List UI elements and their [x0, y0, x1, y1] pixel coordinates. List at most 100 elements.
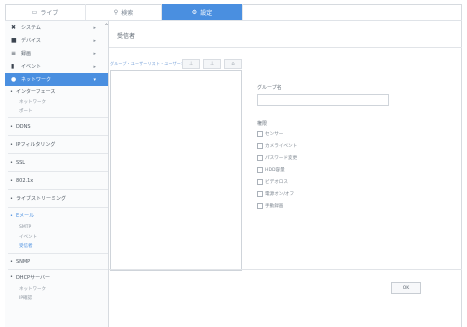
sidebar-item-label: デバイス — [21, 38, 41, 44]
tab-live[interactable]: ▭ ライブ — [5, 4, 86, 20]
sidebar-item-network[interactable]: ● ネットワーク ▾ — [5, 73, 108, 86]
checkbox-label: パスワード変更 — [265, 156, 298, 161]
delete-icon: ⌂ — [231, 61, 235, 67]
tab-settings[interactable]: ⚙ 設定 — [162, 4, 243, 20]
group-label: SNMP — [15, 258, 31, 265]
sidebar-item-record[interactable]: ≡ 録画 ▸ — [5, 47, 108, 60]
title-divider — [109, 47, 462, 48]
checkbox-label: センサー — [265, 132, 284, 137]
group-label: インターフェース — [15, 89, 56, 95]
bullet-icon: • — [10, 177, 13, 184]
checkbox-label: 手動録画 — [265, 204, 284, 209]
top-tabbar: ▭ ライブ ⚲ 検索 ⚙ 設定 — [5, 4, 462, 21]
search-icon: ⚲ — [113, 8, 119, 16]
group-email[interactable]: • Eメール — [5, 208, 108, 223]
group-ip-filtering[interactable]: • IPフィルタリング — [5, 136, 108, 153]
checkbox-hdd-capacity[interactable]: HDD容量 — [257, 167, 285, 173]
bell-icon: ▮ — [11, 63, 15, 70]
tab-live-label: ライブ — [40, 9, 59, 17]
checkbox-video-loss[interactable]: ビデオロス — [257, 179, 288, 185]
sidebar-item-label: ネットワーク — [21, 77, 52, 83]
subitem-smtp[interactable]: SMTP — [5, 223, 108, 232]
checkbox-box[interactable] — [257, 131, 263, 137]
sidebar: ⌃ ✖ システム ▸ ■ デバイス ▸ ≡ 録画 ▸ ▮ イベント ▸ ● ネッ… — [5, 21, 109, 327]
add-icon: ⊥ — [188, 61, 194, 67]
checkbox-sensor[interactable]: センサー — [257, 131, 283, 137]
group-dhcp-server[interactable]: • DHCPサーバー — [5, 270, 108, 284]
gear-icon: ⚙ — [191, 8, 198, 16]
edit-icon: ⊥ — [209, 61, 215, 67]
chevron-right-icon: ▸ — [93, 50, 96, 57]
ok-button[interactable]: OK — [391, 282, 421, 294]
chevron-right-icon: ▸ — [93, 37, 96, 44]
checkbox-camera-event[interactable]: カメライベント — [257, 143, 297, 149]
checkbox-box[interactable] — [257, 143, 263, 149]
sidebar-item-label: 録画 — [21, 51, 32, 57]
record-icon: ≡ — [11, 50, 17, 57]
checkbox-power-onoff[interactable]: 電源オン/オフ — [257, 191, 294, 197]
edit-group-button[interactable]: ⊥ — [203, 59, 221, 69]
checkbox-box[interactable] — [257, 203, 263, 209]
group-label: Eメール — [15, 213, 35, 219]
tab-search-label: 検索 — [121, 9, 134, 17]
group-ddns[interactable]: • DDNS — [5, 118, 108, 135]
checkbox-label: カメライベント — [265, 144, 298, 149]
bullet-icon: • — [10, 274, 13, 280]
subitem-recipient[interactable]: 受信者 — [5, 241, 108, 250]
globe-icon: ● — [11, 76, 17, 83]
subitem-dhcp-network[interactable]: ネットワーク — [5, 284, 108, 293]
chevron-right-icon: ▸ — [93, 24, 96, 31]
checkbox-box[interactable] — [257, 155, 263, 161]
group-label: ライブストリーミング — [15, 196, 66, 202]
bullet-icon: • — [10, 212, 13, 219]
sidebar-item-event[interactable]: ▮ イベント ▸ — [5, 60, 108, 73]
list-header: グループ・ユーザーリスト・ユーザー名 ⊥ ⊥ ⌂ — [110, 59, 242, 69]
chevron-right-icon: ▸ — [93, 63, 96, 70]
tab-search[interactable]: ⚲ 検索 — [86, 4, 162, 20]
group-label: IPフィルタリング — [15, 142, 56, 148]
group-name-label: グループ名 — [257, 85, 282, 91]
tab-settings-label: 設定 — [200, 9, 213, 17]
camera-icon: ■ — [11, 37, 17, 44]
group-label: 802.1x — [15, 177, 34, 184]
main-panel: 受信者 グループ・ユーザーリスト・ユーザー名 ⊥ ⊥ ⌂ グループ名 権限 セン… — [109, 21, 462, 327]
checkbox-box[interactable] — [257, 191, 263, 197]
add-group-button[interactable]: ⊥ — [182, 59, 200, 69]
bullet-icon: • — [10, 159, 13, 166]
bullet-icon: • — [10, 195, 13, 202]
group-label: SSL — [15, 159, 26, 166]
group-8021x[interactable]: • 802.1x — [5, 172, 108, 189]
sidebar-item-label: イベント — [21, 64, 42, 70]
footer-divider — [109, 269, 462, 270]
subitem-ip-check[interactable]: IP確認 — [5, 293, 108, 302]
sidebar-item-label: システム — [21, 25, 41, 31]
subitem-network[interactable]: ネットワーク — [5, 97, 108, 106]
group-label: DDNS — [15, 123, 31, 130]
sidebar-item-system[interactable]: ✖ システム ▸ — [5, 21, 108, 34]
authority-label: 権限 — [257, 121, 268, 127]
recipient-list[interactable] — [110, 70, 242, 271]
group-ssl[interactable]: • SSL — [5, 154, 108, 171]
checkbox-box[interactable] — [257, 167, 263, 173]
wrench-icon: ✖ — [11, 24, 17, 31]
checkbox-manual-record[interactable]: 手動録画 — [257, 203, 283, 209]
checkbox-password-change[interactable]: パスワード変更 — [257, 155, 297, 161]
list-header-label: グループ・ユーザーリスト・ユーザー名 — [110, 61, 186, 66]
sidebar-item-device[interactable]: ■ デバイス ▸ — [5, 34, 108, 47]
delete-group-button[interactable]: ⌂ — [224, 59, 242, 69]
app-frame: ▭ ライブ ⚲ 検索 ⚙ 設定 ⌃ ✖ システム ▸ ■ デバイス ▸ ≡ 録画… — [0, 0, 467, 327]
subitem-event[interactable]: イベント — [5, 232, 108, 241]
group-snmp[interactable]: • SNMP — [5, 254, 108, 269]
group-interface[interactable]: • インターフェース — [5, 86, 108, 97]
group-live-streaming[interactable]: • ライブストリーミング — [5, 190, 108, 207]
bullet-icon: • — [10, 141, 13, 148]
checkbox-label: 電源オン/オフ — [265, 192, 295, 197]
bullet-icon: • — [10, 258, 13, 265]
checkbox-box[interactable] — [257, 179, 263, 185]
bullet-icon: • — [10, 88, 13, 95]
monitor-icon: ▭ — [31, 8, 38, 16]
group-name-input[interactable] — [257, 94, 389, 106]
page-title: 受信者 — [117, 33, 136, 40]
subitem-port[interactable]: ポート — [5, 106, 108, 115]
